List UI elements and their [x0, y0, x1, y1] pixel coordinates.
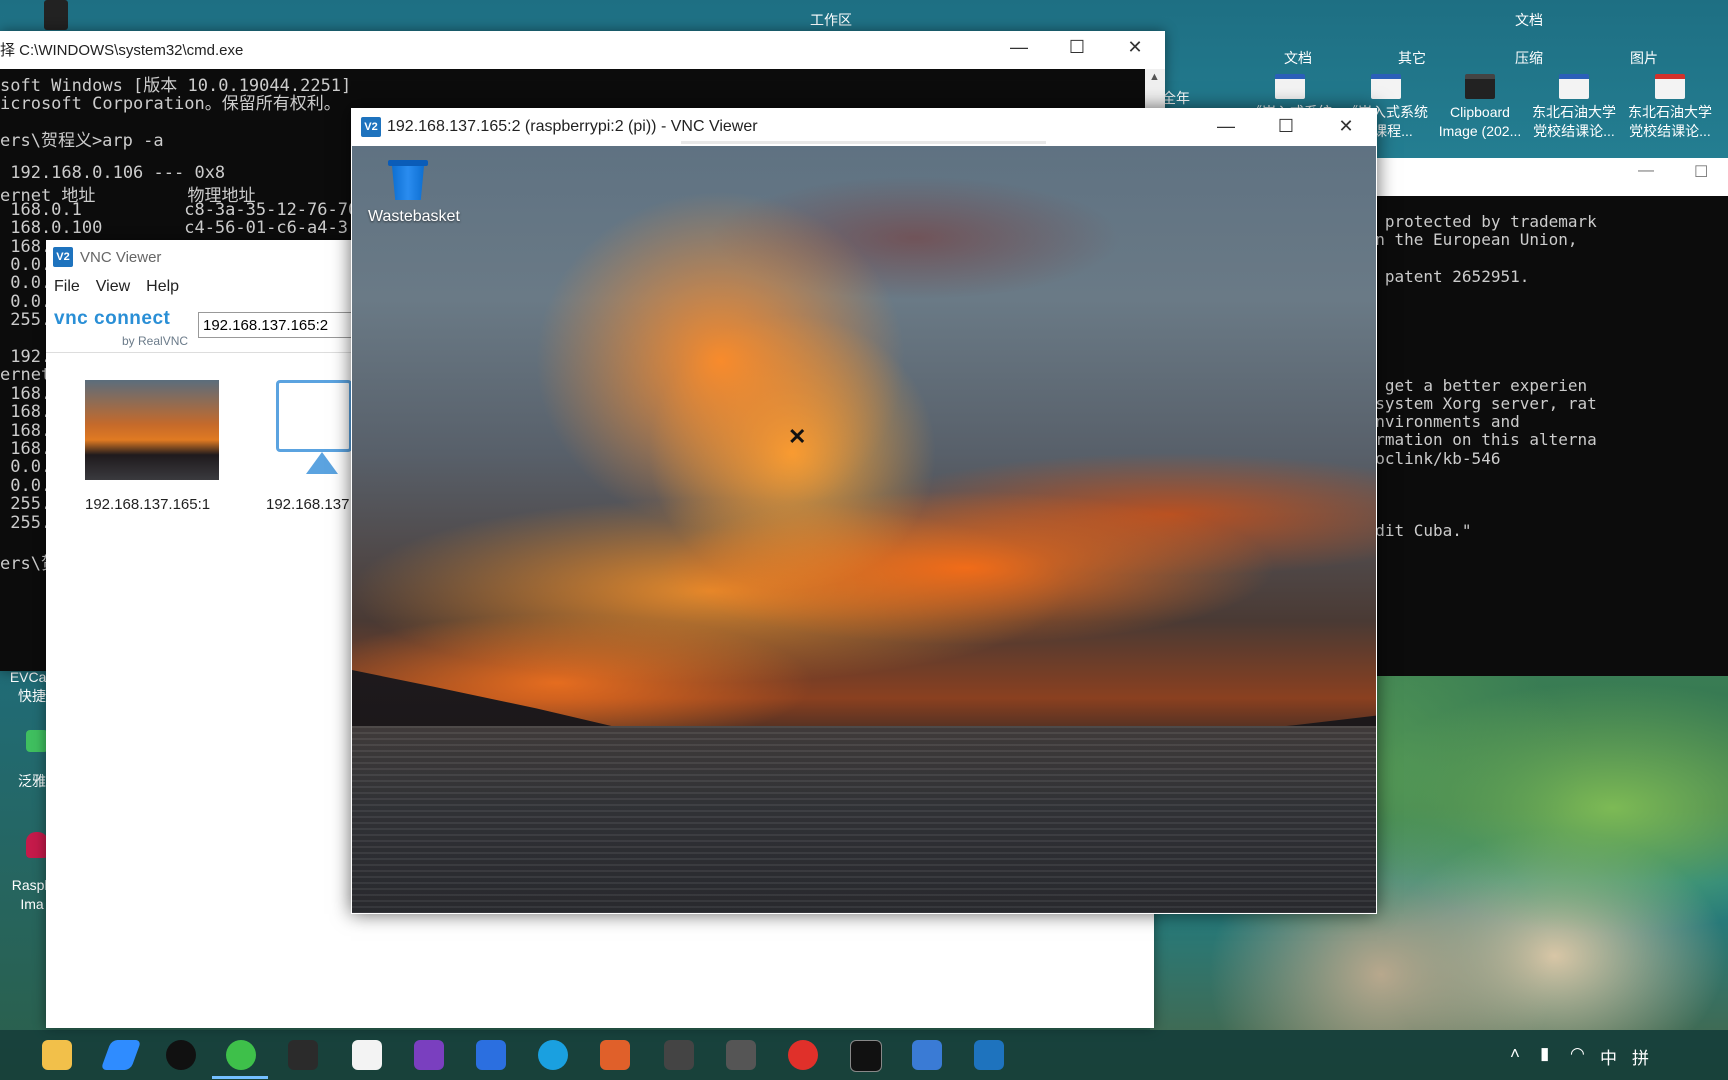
x-cursor-icon: ✕: [788, 424, 807, 449]
wastebasket-label: Wastebasket: [368, 208, 460, 225]
vnc-app-icon: V2: [361, 117, 381, 137]
chaoxing-app-icon[interactable]: [26, 730, 48, 752]
folder-tab-images[interactable]: 图片: [1630, 48, 1658, 68]
cmd-line: 0.0.: [0, 457, 52, 478]
pen-tool-icon[interactable]: [100, 1040, 142, 1070]
cmd-line: 255.: [0, 310, 52, 331]
cmd-line: 168.: [0, 236, 52, 257]
cmd-line: 192.168.0.106 --- 0x8: [0, 163, 226, 183]
cmd-line: 168.: [0, 439, 52, 459]
close-icon[interactable]: ✕: [1108, 31, 1162, 64]
maximize-icon[interactable]: ☐: [1259, 110, 1313, 143]
battery-icon[interactable]: ▮: [1540, 1044, 1549, 1064]
cmd-line: 0.0.: [0, 291, 52, 312]
partial-desktop-label: 全年: [1162, 90, 1190, 106]
connection-thumbnail: [85, 380, 219, 480]
wifi-icon[interactable]: ◠: [1570, 1044, 1585, 1064]
vnc-session-titlebar[interactable]: V2 192.168.137.165:2 (raspberrypi:2 (pi)…: [351, 108, 1377, 145]
connection-label: 192.168.137.165:1: [85, 496, 211, 513]
pdf-file-icon: [1655, 74, 1685, 99]
vnc-session-window[interactable]: V2 192.168.137.165:2 (raspberrypi:2 (pi)…: [351, 108, 1377, 914]
scroll-up-icon[interactable]: ▲: [1149, 71, 1160, 83]
lark-icon[interactable]: [476, 1040, 506, 1070]
raspberry-pi-icon[interactable]: [26, 832, 48, 858]
connection-card[interactable]: 192.168.137.165:1: [85, 380, 219, 513]
baidu-netdisk-icon[interactable]: [352, 1040, 382, 1070]
docs-title: 文档: [1515, 12, 1543, 28]
menu-view[interactable]: View: [96, 273, 130, 301]
cmd-line: ers\贺程义>arp -a: [0, 131, 164, 152]
app-icon[interactable]: [664, 1040, 694, 1070]
close-icon[interactable]: ✕: [1319, 110, 1373, 143]
minimize-icon[interactable]: —: [1199, 110, 1253, 143]
active-app-indicator: [212, 1076, 268, 1079]
wastebasket-desktop-icon[interactable]: Wastebasket: [368, 160, 460, 226]
netease-music-icon[interactable]: [788, 1040, 818, 1070]
cmd-line: 168.: [0, 383, 52, 404]
connection-card[interactable]: 192.168.137: [266, 380, 352, 513]
folder-tab-other[interactable]: 其它: [1398, 48, 1426, 68]
maximize-icon[interactable]: ☐: [1050, 31, 1104, 64]
cmd-line: 0.0.: [0, 475, 52, 496]
terminal-icon[interactable]: [850, 1040, 882, 1072]
remote-desktop-canvas[interactable]: Wastebasket ✕: [352, 146, 1376, 913]
word-doc-icon: [1371, 74, 1401, 99]
cmd-line: 168.: [0, 402, 52, 423]
word-doc-icon: [1559, 74, 1589, 99]
vnc-session-title: 192.168.137.165:2 (raspberrypi:2 (pi)) -…: [387, 118, 758, 135]
connection-label: 192.168.137: [266, 496, 350, 513]
vnc-connect-logo-sub: by RealVNC: [122, 334, 189, 348]
network-app-icon[interactable]: [912, 1040, 942, 1070]
minimize-icon[interactable]: —: [992, 31, 1046, 64]
qq-icon[interactable]: [166, 1040, 196, 1070]
desktop-file-item[interactable]: 东北石油大学 党校结课论...: [1526, 74, 1622, 141]
cmd-line: 255.: [0, 494, 52, 515]
cmd-title: 择 C:\WINDOWS\system32\cmd.exe: [0, 42, 244, 59]
folder-tab-compressed[interactable]: 压缩: [1515, 48, 1543, 68]
ime-mode-label[interactable]: 拼: [1632, 1044, 1649, 1069]
cmd-line: 168.: [0, 420, 52, 441]
vnc-viewer-taskbar-icon[interactable]: [974, 1040, 1004, 1070]
chevron-up-icon[interactable]: ˄: [1510, 1044, 1520, 1064]
cmd-line: 192.: [0, 347, 52, 367]
trash-icon: [388, 160, 428, 202]
visual-studio-icon[interactable]: [726, 1040, 756, 1070]
workspace-title: 工作区: [810, 12, 852, 28]
app-shortcut-icon[interactable]: [44, 0, 68, 30]
matlab-icon[interactable]: [600, 1040, 630, 1070]
edge-browser-icon[interactable]: [538, 1040, 568, 1070]
wallpaper-water: [352, 726, 1376, 913]
cmd-titlebar[interactable]: 择 C:\WINDOWS\system32\cmd.exe — ☐ ✕: [0, 31, 1165, 64]
menu-help[interactable]: Help: [146, 273, 179, 301]
menu-file[interactable]: File: [54, 273, 80, 301]
word-doc-icon: [1275, 74, 1305, 99]
desktop-file-item[interactable]: 东北石油大学 党校结课论...: [1622, 74, 1718, 141]
folder-tab-docs[interactable]: 文档: [1284, 48, 1312, 68]
vnc-toolbar-handle[interactable]: [681, 141, 1046, 144]
taskbar: ˄ ▮ ◠ 中 拼: [0, 1030, 1728, 1080]
vnc-app-icon: V2: [53, 247, 73, 267]
maximize-icon[interactable]: ☐: [1694, 162, 1708, 182]
monitor-icon: [266, 380, 352, 480]
ime-language-label[interactable]: 中: [1600, 1044, 1617, 1069]
media-player-icon[interactable]: [288, 1040, 318, 1070]
onenote-icon[interactable]: [414, 1040, 444, 1070]
cmd-line: 168.0.100 c4-56-01-c6-a4-3: [0, 218, 348, 239]
minimize-icon[interactable]: —: [1638, 162, 1654, 180]
cmd-line: 168.0.1 c8-3a-35-12-76-70: [0, 199, 359, 220]
cmd-line: 255.: [0, 512, 52, 533]
image-file-icon: [1465, 74, 1495, 99]
cmd-line: 0.0.: [0, 273, 52, 294]
vnc-connect-logo: vnc connect: [54, 308, 171, 329]
vnc-viewer-title: VNC Viewer: [80, 249, 162, 266]
file-explorer-icon[interactable]: [42, 1040, 72, 1070]
wechat-icon[interactable]: [226, 1040, 256, 1070]
cmd-line: icrosoft Corporation。保留所有权利。: [0, 94, 341, 115]
cmd-line: ernet: [0, 365, 52, 386]
cmd-line: 0.0.: [0, 255, 52, 275]
desktop-file-item[interactable]: Clipboard Image (202...: [1432, 74, 1528, 141]
